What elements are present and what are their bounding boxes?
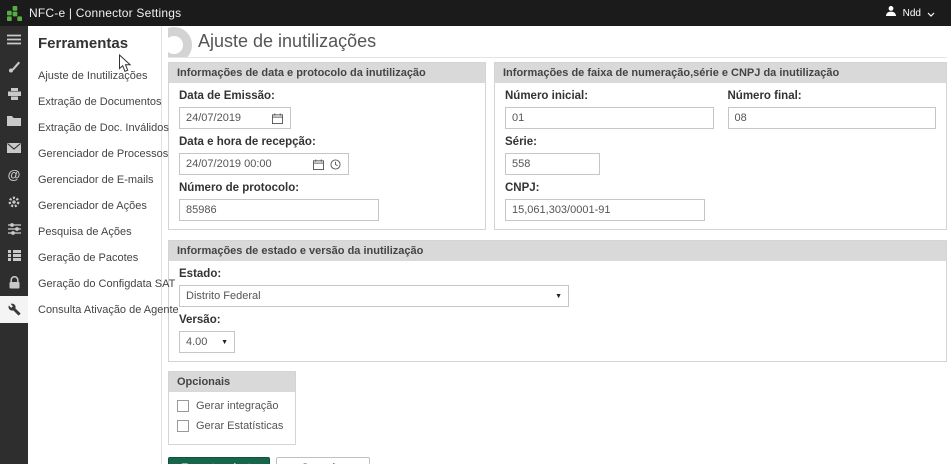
sidebar-item-extracao-documentos[interactable]: Extração de Documentos — [28, 89, 161, 115]
list-icon[interactable] — [0, 242, 28, 269]
sliders-icon[interactable] — [0, 215, 28, 242]
panel-data-protocolo: Informações de data e protocolo da inuti… — [168, 62, 486, 230]
data-recepcao-label: Data e hora de recepção: — [179, 136, 475, 149]
page-title: Ajuste de inutilizações — [198, 31, 376, 52]
versao-label: Versão: — [179, 314, 936, 327]
user-icon — [885, 4, 897, 22]
panel-estado-versao-header: Informações de estado e versão da inutil… — [169, 241, 946, 261]
numero-inicial-input[interactable] — [505, 107, 714, 129]
sidebar-item-ajuste-inutilizacoes[interactable]: Ajuste de Inutilizações — [28, 63, 161, 89]
icon-rail: @ — [0, 26, 28, 464]
sidebar-item-pesquisa-acoes[interactable]: Pesquisa de Ações — [28, 219, 161, 245]
option-gerar-estatisticas[interactable]: Gerar Estatísticas — [177, 420, 287, 432]
app-title: NFC-e | Connector Settings — [29, 6, 181, 20]
sidebar-item-consulta-ativacao-agente[interactable]: Consulta Ativação de Agente — [28, 297, 161, 323]
action-buttons: Executar ajuste Cancelar — [168, 457, 947, 464]
chevron-down-icon: ▼ — [555, 293, 562, 300]
serie-input[interactable] — [505, 153, 600, 175]
topbar: NFC-e | Connector Settings Ndd — [0, 0, 951, 26]
printer-icon[interactable] — [0, 80, 28, 107]
user-name: Ndd — [903, 8, 921, 19]
numero-protocolo-label: Número de protocolo: — [179, 182, 475, 195]
calendar-icon[interactable] — [269, 113, 286, 124]
cancelar-button[interactable]: Cancelar — [276, 457, 370, 464]
gerar-integracao-label: Gerar integração — [196, 400, 279, 412]
checkbox-gerar-integracao[interactable] — [177, 400, 189, 412]
app-logo-icon — [7, 6, 22, 21]
checkbox-gerar-estatisticas[interactable] — [177, 420, 189, 432]
cnpj-label: CNPJ: — [505, 182, 936, 195]
sidebar-title: Ferramentas — [28, 26, 161, 63]
decorative-ring — [168, 27, 192, 58]
sidebar-item-gerenciador-processos[interactable]: Gerenciador de Processos — [28, 141, 161, 167]
chevron-down-icon — [927, 4, 935, 22]
versao-select-value: 4.00 — [186, 336, 207, 348]
page-header: Ajuste de inutilizações — [168, 26, 947, 58]
sidebar-item-geracao-pacotes[interactable]: Geração de Pacotes — [28, 245, 161, 271]
data-emissao-field[interactable] — [179, 107, 291, 129]
panel-data-protocolo-header: Informações de data e protocolo da inuti… — [169, 63, 485, 83]
option-gerar-integracao[interactable]: Gerar integração — [177, 400, 287, 412]
versao-select[interactable]: 4.00 ▼ — [179, 331, 235, 353]
mail-icon[interactable] — [0, 134, 28, 161]
panel-opcionais: Opcionais Gerar integração Gerar Estatís… — [168, 371, 296, 445]
numero-final-input[interactable] — [728, 107, 937, 129]
sidebar-item-geracao-configdata-sat[interactable]: Geração do Configdata SAT — [28, 271, 161, 297]
estado-select-value: Distrito Federal — [186, 290, 261, 302]
panel-faixa-numeracao: Informações de faixa de numeração,série … — [494, 62, 947, 230]
estado-select[interactable]: Distrito Federal ▼ — [179, 285, 569, 307]
serie-label: Série: — [505, 136, 936, 149]
sidebar-item-extracao-doc-invalidos[interactable]: Extração de Doc. Inválidos — [28, 115, 161, 141]
main-content: Ajuste de inutilizações Informações de d… — [162, 26, 951, 464]
panel-opcionais-header: Opcionais — [169, 372, 295, 392]
menu-icon[interactable] — [0, 26, 28, 53]
sidebar: Ferramentas Ajuste de Inutilizações Extr… — [28, 26, 162, 464]
folder-icon[interactable] — [0, 107, 28, 134]
chevron-down-icon: ▼ — [221, 339, 228, 346]
panel-faixa-numeracao-header: Informações de faixa de numeração,série … — [495, 63, 946, 83]
data-recepcao-field[interactable] — [179, 153, 349, 175]
gear-icon[interactable] — [0, 188, 28, 215]
panel-estado-versao: Informações de estado e versão da inutil… — [168, 240, 947, 362]
estado-label: Estado: — [179, 268, 936, 281]
wrench-icon[interactable] — [0, 296, 28, 323]
numero-final-label: Número final: — [728, 90, 937, 103]
sidebar-item-gerenciador-acoes[interactable]: Gerenciador de Ações — [28, 193, 161, 219]
gerar-estatisticas-label: Gerar Estatísticas — [196, 420, 283, 432]
lock-icon[interactable] — [0, 269, 28, 296]
data-emissao-label: Data de Emissão: — [179, 90, 475, 103]
cnpj-input[interactable] — [505, 199, 705, 221]
executar-ajuste-button[interactable]: Executar ajuste — [168, 457, 270, 464]
user-menu[interactable]: Ndd — [885, 4, 951, 22]
data-emissao-input[interactable] — [180, 108, 269, 128]
numero-inicial-label: Número inicial: — [505, 90, 714, 103]
numero-protocolo-input[interactable] — [179, 199, 379, 221]
brush-icon[interactable] — [0, 53, 28, 80]
sidebar-item-gerenciador-emails[interactable]: Gerenciador de E-mails — [28, 167, 161, 193]
data-recepcao-input[interactable] — [180, 154, 310, 174]
calendar-icon[interactable] — [310, 159, 327, 170]
at-icon[interactable]: @ — [0, 161, 28, 188]
clock-icon[interactable] — [327, 159, 344, 170]
